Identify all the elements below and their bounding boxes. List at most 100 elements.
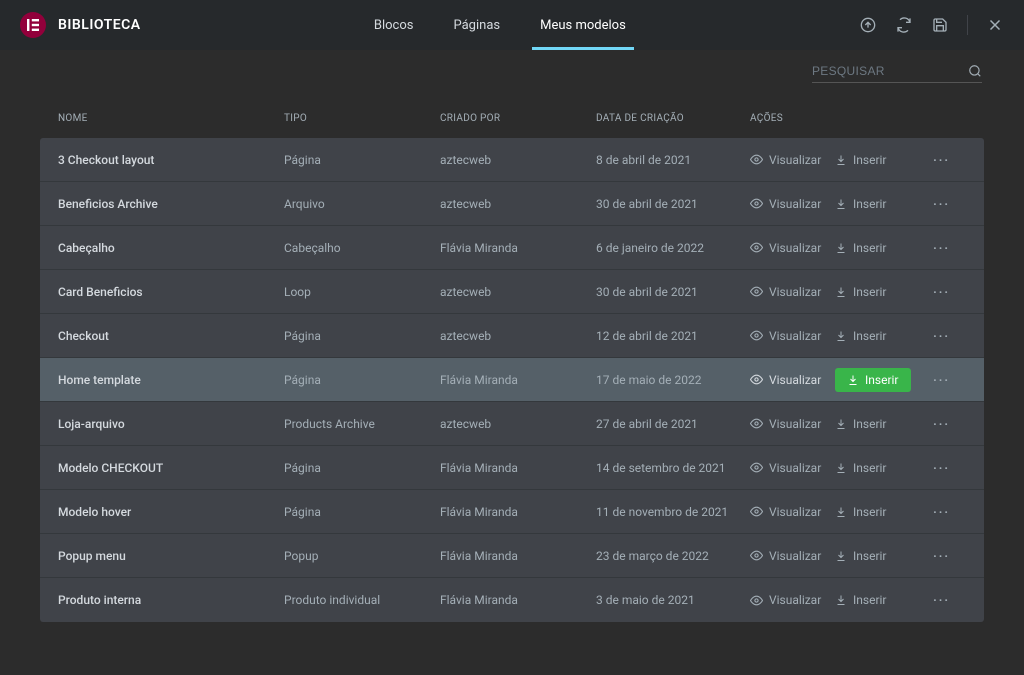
table-row[interactable]: Card BeneficiosLoopaztecweb30 de abril d… bbox=[40, 270, 984, 314]
preview-button[interactable]: Visualizar bbox=[750, 549, 821, 563]
library-header: BIBLIOTECA Blocos Páginas Meus modelos bbox=[0, 0, 1024, 50]
import-icon[interactable] bbox=[859, 16, 877, 34]
insert-button[interactable]: Inserir bbox=[835, 197, 887, 211]
table-row[interactable]: Loja-arquivoProducts Archiveaztecweb27 d… bbox=[40, 402, 984, 446]
insert-button[interactable]: Inserir bbox=[835, 285, 887, 299]
more-icon[interactable]: ··· bbox=[933, 153, 950, 167]
insert-button[interactable]: Inserir bbox=[835, 329, 887, 343]
more-icon[interactable]: ··· bbox=[933, 241, 950, 255]
insert-label: Inserir bbox=[853, 285, 887, 299]
insert-button[interactable]: Inserir bbox=[835, 461, 887, 475]
header-actions bbox=[859, 15, 1004, 35]
preview-button[interactable]: Visualizar bbox=[750, 329, 821, 343]
insert-button[interactable]: Inserir bbox=[835, 593, 887, 607]
row-author: aztecweb bbox=[440, 197, 596, 211]
tab-label: Meus modelos bbox=[540, 18, 626, 33]
download-icon bbox=[835, 242, 847, 254]
tab-blocks[interactable]: Blocos bbox=[374, 0, 414, 50]
row-name: Home template bbox=[58, 373, 284, 387]
insert-label: Inserir bbox=[853, 329, 887, 343]
insert-label: Inserir bbox=[865, 373, 899, 387]
insert-button[interactable]: Inserir bbox=[835, 505, 887, 519]
row-type: Popup bbox=[284, 549, 440, 563]
insert-button[interactable]: Inserir bbox=[835, 241, 887, 255]
preview-button[interactable]: Visualizar bbox=[750, 241, 821, 255]
row-name: Modelo hover bbox=[58, 505, 284, 519]
row-actions: Visualizar Inserir ··· bbox=[750, 153, 1000, 167]
row-name: Checkout bbox=[58, 329, 284, 343]
library-tabs: Blocos Páginas Meus modelos bbox=[141, 0, 859, 50]
table-row[interactable]: CheckoutPáginaaztecweb12 de abril de 202… bbox=[40, 314, 984, 358]
eye-icon bbox=[750, 461, 763, 474]
preview-button[interactable]: Visualizar bbox=[750, 197, 821, 211]
more-icon[interactable]: ··· bbox=[933, 197, 950, 211]
insert-button[interactable]: Inserir bbox=[835, 368, 911, 392]
save-icon[interactable] bbox=[931, 16, 949, 34]
tab-my-templates[interactable]: Meus modelos bbox=[540, 0, 626, 50]
row-date: 11 de novembro de 2021 bbox=[596, 505, 750, 519]
table-row[interactable]: CabeçalhoCabeçalhoFlávia Miranda6 de jan… bbox=[40, 226, 984, 270]
eye-icon bbox=[750, 549, 763, 562]
row-type: Loop bbox=[284, 285, 440, 299]
preview-button[interactable]: Visualizar bbox=[750, 285, 821, 299]
row-name: Modelo CHECKOUT bbox=[58, 461, 284, 475]
preview-button[interactable]: Visualizar bbox=[750, 373, 821, 387]
row-actions: Visualizar Inserir ··· bbox=[750, 368, 1000, 392]
insert-button[interactable]: Inserir bbox=[835, 417, 887, 431]
row-actions: Visualizar Inserir ··· bbox=[750, 505, 1000, 519]
row-name: 3 Checkout layout bbox=[58, 153, 284, 167]
row-type: Página bbox=[284, 461, 440, 475]
row-type: Arquivo bbox=[284, 197, 440, 211]
preview-button[interactable]: Visualizar bbox=[750, 593, 821, 607]
table-row[interactable]: Modelo CHECKOUTPáginaFlávia Miranda14 de… bbox=[40, 446, 984, 490]
eye-icon bbox=[750, 594, 763, 607]
preview-button[interactable]: Visualizar bbox=[750, 153, 821, 167]
row-actions: Visualizar Inserir ··· bbox=[750, 593, 1000, 607]
insert-button[interactable]: Inserir bbox=[835, 153, 887, 167]
row-date: 27 de abril de 2021 bbox=[596, 417, 750, 431]
eye-icon bbox=[750, 329, 763, 342]
preview-button[interactable]: Visualizar bbox=[750, 461, 821, 475]
row-type: Página bbox=[284, 373, 440, 387]
table-row[interactable]: Beneficios ArchiveArquivoaztecweb30 de a… bbox=[40, 182, 984, 226]
table-row[interactable]: Home templatePáginaFlávia Miranda17 de m… bbox=[40, 358, 984, 402]
row-name: Card Beneficios bbox=[58, 285, 284, 299]
table-row[interactable]: Modelo hoverPáginaFlávia Miranda11 de no… bbox=[40, 490, 984, 534]
download-icon bbox=[835, 506, 847, 518]
more-icon[interactable]: ··· bbox=[933, 417, 950, 431]
table-row[interactable]: Produto internaProduto individualFlávia … bbox=[40, 578, 984, 622]
search-input[interactable] bbox=[812, 64, 968, 78]
sync-icon[interactable] bbox=[895, 16, 913, 34]
row-date: 30 de abril de 2021 bbox=[596, 285, 750, 299]
insert-label: Inserir bbox=[853, 197, 887, 211]
row-author: aztecweb bbox=[440, 417, 596, 431]
more-icon[interactable]: ··· bbox=[933, 373, 950, 387]
col-actions: AÇÕES bbox=[750, 113, 1000, 124]
search-icon[interactable] bbox=[968, 64, 982, 78]
row-name: Cabeçalho bbox=[58, 241, 284, 255]
more-icon[interactable]: ··· bbox=[933, 329, 950, 343]
preview-button[interactable]: Visualizar bbox=[750, 505, 821, 519]
more-icon[interactable]: ··· bbox=[933, 549, 950, 563]
more-icon[interactable]: ··· bbox=[933, 593, 950, 607]
close-icon[interactable] bbox=[986, 16, 1004, 34]
row-type: Products Archive bbox=[284, 417, 440, 431]
row-date: 6 de janeiro de 2022 bbox=[596, 241, 750, 255]
preview-label: Visualizar bbox=[769, 197, 821, 211]
preview-button[interactable]: Visualizar bbox=[750, 417, 821, 431]
download-icon bbox=[835, 198, 847, 210]
download-icon bbox=[835, 550, 847, 562]
row-name: Loja-arquivo bbox=[58, 417, 284, 431]
more-icon[interactable]: ··· bbox=[933, 461, 950, 475]
more-icon[interactable]: ··· bbox=[933, 285, 950, 299]
table-row[interactable]: Popup menuPopupFlávia Miranda23 de março… bbox=[40, 534, 984, 578]
eye-icon bbox=[750, 197, 763, 210]
row-date: 30 de abril de 2021 bbox=[596, 197, 750, 211]
tab-label: Blocos bbox=[374, 18, 414, 33]
col-type: TIPO bbox=[284, 113, 440, 124]
tab-pages[interactable]: Páginas bbox=[453, 0, 500, 50]
more-icon[interactable]: ··· bbox=[933, 505, 950, 519]
insert-button[interactable]: Inserir bbox=[835, 549, 887, 563]
table-row[interactable]: 3 Checkout layoutPáginaaztecweb8 de abri… bbox=[40, 138, 984, 182]
row-actions: Visualizar Inserir ··· bbox=[750, 197, 1000, 211]
